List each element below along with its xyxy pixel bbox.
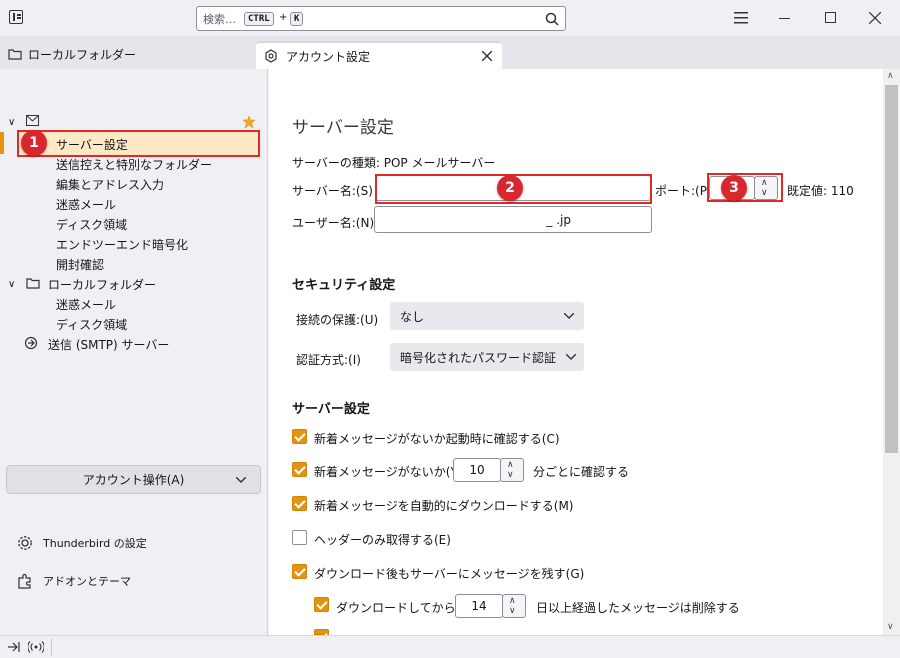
- delete-days-stepper[interactable]: ∧ ∨: [502, 594, 526, 618]
- settings-label: Thunderbird の設定: [43, 537, 147, 550]
- online-status-icon[interactable]: [28, 641, 44, 653]
- connection-security-value: なし: [400, 309, 425, 324]
- check-every-label: 新着メッセージがないか(Y): [314, 465, 463, 479]
- username-input[interactable]: _ .jp: [374, 206, 652, 233]
- maximize-icon[interactable]: [825, 12, 836, 23]
- leave-on-server-label: ダウンロード後もサーバーにメッセージを残す(G): [314, 567, 585, 581]
- selection-indicator: [0, 132, 4, 154]
- close-tab-icon[interactable]: [482, 51, 492, 61]
- ctrl-key: CTRL: [244, 12, 274, 26]
- delete-after-days-label: ダウンロードしてから(O): [336, 601, 475, 615]
- sidebar-item-disk-space[interactable]: ディスク領域: [56, 216, 127, 233]
- stepper-down-icon[interactable]: ∨: [507, 470, 514, 480]
- auto-download-label: 新着メッセージを自動的にダウンロードする(M): [314, 499, 574, 513]
- server-name-label: サーバー名:(S): [292, 184, 373, 198]
- tab-local-folders[interactable]: ローカルフォルダー: [8, 44, 136, 64]
- account-actions-label: アカウント操作(A): [82, 473, 185, 487]
- sidebar-item-label: ローカルフォルダー: [48, 278, 157, 292]
- connection-security-select[interactable]: なし: [390, 302, 584, 330]
- checkbox-check-on-startup[interactable]: [292, 429, 307, 444]
- security-heading: セキュリティ設定: [292, 278, 396, 293]
- default-port-label: 既定値: 110: [787, 184, 854, 198]
- scroll-down-icon[interactable]: ∨: [887, 622, 894, 632]
- checkbox-leave-on-server[interactable]: [292, 564, 307, 579]
- check-interval-input[interactable]: 10: [453, 458, 501, 482]
- sidebar-item-receipts[interactable]: 開封確認: [56, 256, 104, 273]
- puzzle-icon: [18, 573, 31, 589]
- thunderbird-settings-link[interactable]: Thunderbird の設定: [17, 535, 147, 551]
- smtp-server-icon: [24, 336, 38, 350]
- search-placeholder: 検索…: [203, 13, 236, 26]
- annotation-outline-1: [17, 130, 260, 157]
- port-label: ポート:(P): [655, 184, 712, 198]
- status-bar: [0, 635, 900, 658]
- check-interval-stepper[interactable]: ∧ ∨: [500, 458, 524, 482]
- auth-method-value: 暗号化されたパスワード認証: [400, 350, 557, 365]
- gear-icon: [18, 536, 32, 550]
- stepper-up-icon[interactable]: ∧: [507, 460, 514, 470]
- sidebar-item-local-folders[interactable]: ∨ ローカルフォルダー: [8, 276, 156, 292]
- delete-days-input[interactable]: 14: [455, 594, 503, 618]
- annotation-badge-1: 1: [21, 130, 47, 156]
- folder-icon: [8, 49, 22, 60]
- checkbox-delete-after-days[interactable]: [314, 597, 329, 612]
- checkbox-check-every[interactable]: [292, 462, 307, 477]
- divider: [51, 638, 52, 656]
- sidebar-item-label: 送信 (SMTP) サーバー: [48, 338, 170, 352]
- tab-label: ローカルフォルダー: [28, 47, 137, 62]
- sidebar-item-local-junk[interactable]: 迷惑メール: [56, 296, 116, 313]
- close-window-icon[interactable]: [869, 12, 881, 24]
- annotation-badge-2: 2: [497, 175, 523, 201]
- sidebar-item-junk[interactable]: 迷惑メール: [56, 196, 116, 213]
- check-on-startup-label: 新着メッセージがないか起動時に確認する(C): [314, 432, 560, 446]
- default-star-icon: [243, 116, 255, 128]
- chevron-down-icon: [564, 313, 574, 319]
- headers-only-label: ヘッダーのみ取得する(E): [314, 533, 451, 547]
- auth-method-label: 認証方式:(I): [296, 353, 361, 367]
- plus-sign: +: [279, 12, 288, 23]
- k-key: K: [290, 12, 304, 26]
- hamburger-menu-icon[interactable]: [734, 12, 748, 24]
- annotation-badge-3: 3: [721, 175, 747, 201]
- mail-account-icon: [26, 115, 39, 126]
- server-settings-heading: サーバー設定: [292, 402, 370, 417]
- account-actions-button[interactable]: アカウント操作(A): [6, 465, 261, 494]
- stepper-down-icon[interactable]: ∨: [509, 606, 516, 616]
- collapse-sidebar-icon[interactable]: [8, 642, 20, 652]
- settings-pane: サーバー設定 サーバーの種類: POP メールサーバー サーバー名:(S) ポー…: [269, 69, 883, 635]
- folder-icon: [26, 278, 40, 289]
- minimize-icon[interactable]: [779, 18, 790, 19]
- chevron-down-icon: [236, 477, 246, 483]
- sidebar-item-composition[interactable]: 編集とアドレス入力: [56, 176, 164, 193]
- connection-security-label: 接続の保護:(U): [296, 313, 379, 327]
- chevron-down-icon[interactable]: ∨: [8, 279, 15, 290]
- settings-gear-icon: [265, 49, 277, 63]
- checkbox-auto-download[interactable]: [292, 496, 307, 511]
- delete-days-suffix: 日以上経過したメッセージは削除する: [536, 601, 740, 615]
- scroll-up-icon[interactable]: ∧: [887, 71, 894, 81]
- addons-label: アドオンとテーマ: [43, 575, 131, 588]
- tab-label: アカウント設定: [286, 49, 371, 64]
- scrollbar-thumb[interactable]: [885, 85, 898, 453]
- auth-method-select[interactable]: 暗号化されたパスワード認証: [390, 343, 584, 371]
- tab-account-settings[interactable]: アカウント設定: [256, 41, 502, 69]
- sidebar-item-e2e[interactable]: エンドツーエンド暗号化: [56, 236, 188, 253]
- check-interval-suffix: 分ごとに確認する: [533, 465, 630, 479]
- username-label: ユーザー名:(N): [292, 216, 375, 230]
- addons-themes-link[interactable]: アドオンとテーマ: [17, 573, 131, 589]
- app-menu-icon[interactable]: [9, 10, 23, 24]
- checkbox-headers-only[interactable]: [292, 530, 307, 545]
- server-type-label: サーバーの種類: POP メールサーバー: [292, 156, 496, 170]
- page-title: サーバー設定: [292, 118, 394, 138]
- stepper-up-icon[interactable]: ∧: [509, 596, 516, 606]
- search-input[interactable]: 検索… CTRL + K: [196, 6, 566, 31]
- chevron-down-icon[interactable]: ∨: [8, 117, 15, 128]
- chevron-down-icon: [566, 354, 576, 360]
- search-icon[interactable]: [545, 12, 559, 26]
- account-row[interactable]: ∨: [8, 114, 39, 128]
- sidebar-item-copies-folders[interactable]: 送信控えと特別なフォルダー: [56, 156, 212, 173]
- title-bar: 検索… CTRL + K: [0, 0, 900, 36]
- sidebar-item-local-disk[interactable]: ディスク領域: [56, 316, 127, 333]
